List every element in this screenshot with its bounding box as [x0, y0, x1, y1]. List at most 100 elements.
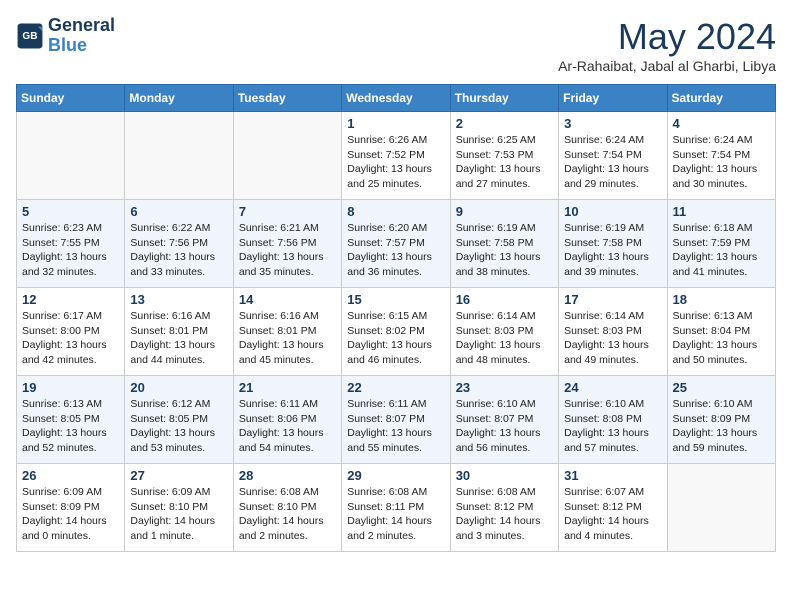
day-cell: 23 Sunrise: 6:10 AMSunset: 8:07 PMDayligh…: [450, 376, 558, 464]
day-number: 19: [22, 380, 119, 395]
day-cell: 31 Sunrise: 6:07 AMSunset: 8:12 PMDayligh…: [559, 464, 667, 552]
day-info: Sunrise: 6:13 AMSunset: 8:04 PMDaylight:…: [673, 309, 770, 368]
day-info: Sunrise: 6:14 AMSunset: 8:03 PMDaylight:…: [564, 309, 661, 368]
day-cell: 11 Sunrise: 6:18 AMSunset: 7:59 PMDayligh…: [667, 200, 775, 288]
title-block: May 2024 Ar-Rahaibat, Jabal al Gharbi, L…: [558, 16, 776, 74]
page-header: GB GeneralBlue May 2024 Ar-Rahaibat, Jab…: [16, 16, 776, 74]
day-cell: 29 Sunrise: 6:08 AMSunset: 8:11 PMDayligh…: [342, 464, 450, 552]
day-info: Sunrise: 6:14 AMSunset: 8:03 PMDaylight:…: [456, 309, 553, 368]
day-cell: [17, 112, 125, 200]
day-cell: 7 Sunrise: 6:21 AMSunset: 7:56 PMDaylight…: [233, 200, 341, 288]
day-info: Sunrise: 6:20 AMSunset: 7:57 PMDaylight:…: [347, 221, 444, 280]
day-cell: 15Sunrise: 6:15 AMSunset: 8:02 PMDayligh…: [342, 288, 450, 376]
day-cell: 8Sunrise: 6:20 AMSunset: 7:57 PMDaylight…: [342, 200, 450, 288]
week-row-2: 5 Sunrise: 6:23 AMSunset: 7:55 PMDaylight…: [17, 200, 776, 288]
day-cell: 30Sunrise: 6:08 AMSunset: 8:12 PMDayligh…: [450, 464, 558, 552]
day-cell: 10Sunrise: 6:19 AMSunset: 7:58 PMDayligh…: [559, 200, 667, 288]
day-number: 27: [130, 468, 227, 483]
day-info: Sunrise: 6:10 AMSunset: 8:09 PMDaylight:…: [673, 397, 770, 456]
day-cell: 27 Sunrise: 6:09 AMSunset: 8:10 PMDayligh…: [125, 464, 233, 552]
day-number: 6: [130, 204, 227, 219]
day-cell: 12 Sunrise: 6:17 AMSunset: 8:00 PMDayligh…: [17, 288, 125, 376]
week-row-5: 26Sunrise: 6:09 AMSunset: 8:09 PMDayligh…: [17, 464, 776, 552]
header-row: SundayMondayTuesdayWednesdayThursdayFrid…: [17, 85, 776, 112]
day-number: 14: [239, 292, 336, 307]
day-info: Sunrise: 6:10 AMSunset: 8:07 PMDaylight:…: [456, 397, 553, 456]
day-cell: [233, 112, 341, 200]
day-cell: 26Sunrise: 6:09 AMSunset: 8:09 PMDayligh…: [17, 464, 125, 552]
day-info: Sunrise: 6:22 AMSunset: 7:56 PMDaylight:…: [130, 221, 227, 280]
day-number: 26: [22, 468, 119, 483]
logo-icon: GB: [16, 22, 44, 50]
day-cell: 20 Sunrise: 6:12 AMSunset: 8:05 PMDayligh…: [125, 376, 233, 464]
day-number: 11: [673, 204, 770, 219]
day-number: 29: [347, 468, 444, 483]
week-row-1: 1Sunrise: 6:26 AMSunset: 7:52 PMDaylight…: [17, 112, 776, 200]
day-info: Sunrise: 6:11 AMSunset: 8:07 PMDaylight:…: [347, 397, 444, 456]
day-cell: 19 Sunrise: 6:13 AMSunset: 8:05 PMDayligh…: [17, 376, 125, 464]
calendar-header: SundayMondayTuesdayWednesdayThursdayFrid…: [17, 85, 776, 112]
day-info: Sunrise: 6:17 AMSunset: 8:00 PMDaylight:…: [22, 309, 119, 368]
day-info: Sunrise: 6:09 AMSunset: 8:10 PMDaylight:…: [130, 485, 227, 544]
day-cell: 28 Sunrise: 6:08 AMSunset: 8:10 PMDayligh…: [233, 464, 341, 552]
day-number: 4: [673, 116, 770, 131]
day-cell: [667, 464, 775, 552]
header-cell-wednesday: Wednesday: [342, 85, 450, 112]
day-cell: 6 Sunrise: 6:22 AMSunset: 7:56 PMDaylight…: [125, 200, 233, 288]
day-info: Sunrise: 6:07 AMSunset: 8:12 PMDaylight:…: [564, 485, 661, 544]
day-number: 5: [22, 204, 119, 219]
day-number: 9: [456, 204, 553, 219]
day-number: 23: [456, 380, 553, 395]
logo: GB GeneralBlue: [16, 16, 115, 56]
day-number: 22: [347, 380, 444, 395]
week-row-3: 12 Sunrise: 6:17 AMSunset: 8:00 PMDayligh…: [17, 288, 776, 376]
day-number: 13: [130, 292, 227, 307]
header-cell-sunday: Sunday: [17, 85, 125, 112]
header-cell-friday: Friday: [559, 85, 667, 112]
day-info: Sunrise: 6:15 AMSunset: 8:02 PMDaylight:…: [347, 309, 444, 368]
logo-text: GeneralBlue: [48, 16, 115, 56]
month-year-title: May 2024: [558, 16, 776, 58]
day-number: 12: [22, 292, 119, 307]
day-info: Sunrise: 6:18 AMSunset: 7:59 PMDaylight:…: [673, 221, 770, 280]
day-cell: 21 Sunrise: 6:11 AMSunset: 8:06 PMDayligh…: [233, 376, 341, 464]
day-info: Sunrise: 6:23 AMSunset: 7:55 PMDaylight:…: [22, 221, 119, 280]
day-info: Sunrise: 6:26 AMSunset: 7:52 PMDaylight:…: [347, 133, 444, 192]
day-number: 21: [239, 380, 336, 395]
day-info: Sunrise: 6:24 AMSunset: 7:54 PMDaylight:…: [673, 133, 770, 192]
day-number: 7: [239, 204, 336, 219]
day-info: Sunrise: 6:13 AMSunset: 8:05 PMDaylight:…: [22, 397, 119, 456]
day-number: 24: [564, 380, 661, 395]
header-cell-thursday: Thursday: [450, 85, 558, 112]
day-info: Sunrise: 6:10 AMSunset: 8:08 PMDaylight:…: [564, 397, 661, 456]
day-info: Sunrise: 6:25 AMSunset: 7:53 PMDaylight:…: [456, 133, 553, 192]
day-number: 25: [673, 380, 770, 395]
day-info: Sunrise: 6:08 AMSunset: 8:12 PMDaylight:…: [456, 485, 553, 544]
day-number: 3: [564, 116, 661, 131]
day-cell: 2 Sunrise: 6:25 AMSunset: 7:53 PMDaylight…: [450, 112, 558, 200]
day-cell: 18 Sunrise: 6:13 AMSunset: 8:04 PMDayligh…: [667, 288, 775, 376]
header-cell-monday: Monday: [125, 85, 233, 112]
day-number: 31: [564, 468, 661, 483]
day-cell: 4 Sunrise: 6:24 AMSunset: 7:54 PMDaylight…: [667, 112, 775, 200]
day-info: Sunrise: 6:08 AMSunset: 8:11 PMDaylight:…: [347, 485, 444, 544]
location-subtitle: Ar-Rahaibat, Jabal al Gharbi, Libya: [558, 58, 776, 74]
day-number: 20: [130, 380, 227, 395]
day-info: Sunrise: 6:19 AMSunset: 7:58 PMDaylight:…: [456, 221, 553, 280]
day-info: Sunrise: 6:21 AMSunset: 7:56 PMDaylight:…: [239, 221, 336, 280]
day-number: 10: [564, 204, 661, 219]
calendar-body: 1Sunrise: 6:26 AMSunset: 7:52 PMDaylight…: [17, 112, 776, 552]
day-info: Sunrise: 6:24 AMSunset: 7:54 PMDaylight:…: [564, 133, 661, 192]
day-cell: 25 Sunrise: 6:10 AMSunset: 8:09 PMDayligh…: [667, 376, 775, 464]
day-info: Sunrise: 6:11 AMSunset: 8:06 PMDaylight:…: [239, 397, 336, 456]
day-cell: 24 Sunrise: 6:10 AMSunset: 8:08 PMDayligh…: [559, 376, 667, 464]
day-info: Sunrise: 6:16 AMSunset: 8:01 PMDaylight:…: [239, 309, 336, 368]
day-number: 18: [673, 292, 770, 307]
day-info: Sunrise: 6:12 AMSunset: 8:05 PMDaylight:…: [130, 397, 227, 456]
day-cell: 5 Sunrise: 6:23 AMSunset: 7:55 PMDaylight…: [17, 200, 125, 288]
day-cell: 22 Sunrise: 6:11 AMSunset: 8:07 PMDayligh…: [342, 376, 450, 464]
day-info: Sunrise: 6:08 AMSunset: 8:10 PMDaylight:…: [239, 485, 336, 544]
day-number: 28: [239, 468, 336, 483]
day-number: 2: [456, 116, 553, 131]
week-row-4: 19 Sunrise: 6:13 AMSunset: 8:05 PMDayligh…: [17, 376, 776, 464]
